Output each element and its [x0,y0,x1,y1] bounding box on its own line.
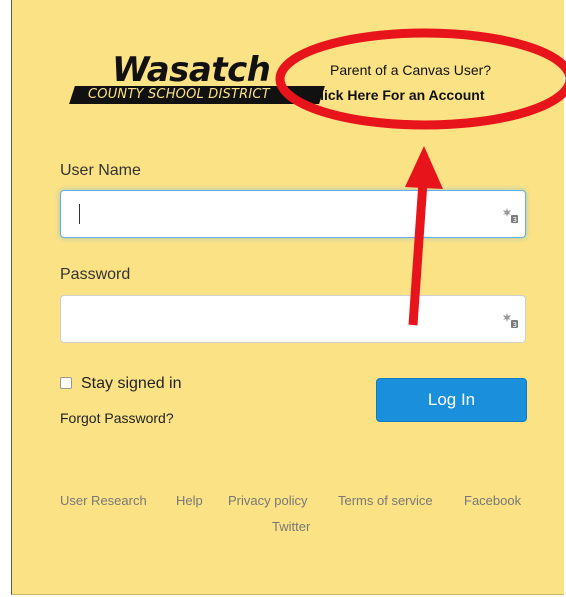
svg-text:3: 3 [513,216,517,223]
password-label: Password [60,266,131,283]
logo-subtitle: COUNTY SCHOOL DISTRICT [88,87,270,102]
logo-wordmark: Wasatch [112,50,271,90]
footer-link-facebook[interactable]: Facebook [464,493,521,508]
stay-signed-in-checkbox[interactable] [60,377,72,389]
svg-text:3: 3 [513,321,517,328]
parent-question: Parent of a Canvas User? [330,62,492,78]
password-manager-key-icon[interactable]: 3 [503,207,519,223]
login-button[interactable]: Log In [376,378,527,422]
text-caret [79,204,80,224]
password-manager-key-icon[interactable]: 3 [503,312,519,328]
footer-link-terms[interactable]: Terms of service [338,493,433,508]
password-input[interactable]: 3 [60,295,526,343]
footer-link-help[interactable]: Help [176,493,203,508]
username-input[interactable]: 3 [60,190,526,238]
stay-signed-in-label[interactable]: Stay signed in [81,375,182,393]
forgot-password-link[interactable]: Forgot Password? [60,410,174,426]
footer-link-user-research[interactable]: User Research [60,493,147,508]
footer-link-twitter[interactable]: Twitter [272,519,310,534]
footer-link-privacy[interactable]: Privacy policy [228,493,307,508]
username-label: User Name [60,162,141,179]
district-logo: Wasatch COUNTY SCHOOL DISTRICT [69,50,327,108]
parent-account-link[interactable]: Click Here For an Account [310,87,485,103]
